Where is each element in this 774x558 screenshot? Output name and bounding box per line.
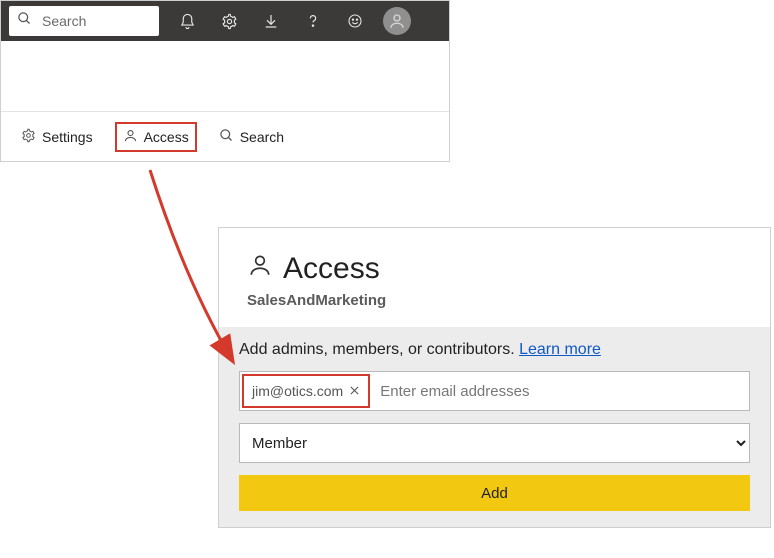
tab-access[interactable]: Access	[115, 122, 197, 152]
page-title: Access	[283, 252, 380, 286]
email-input[interactable]	[372, 372, 749, 410]
helper-text: Add admins, members, or contributors. Le…	[239, 341, 750, 359]
access-body: Add admins, members, or contributors. Le…	[219, 327, 770, 527]
chip-text: jim@otics.com	[252, 383, 343, 399]
access-title-row: Access	[247, 252, 742, 286]
tabs-row: Settings Access Search	[1, 111, 449, 161]
add-button[interactable]: Add	[239, 475, 750, 511]
tab-label: Search	[240, 129, 284, 145]
helper-text-content: Add admins, members, or contributors.	[239, 341, 519, 358]
person-icon	[123, 128, 138, 146]
access-panel: Access SalesAndMarketing Add admins, mem…	[218, 227, 771, 528]
tab-label: Settings	[42, 129, 93, 145]
email-chip: jim@otics.com	[242, 374, 370, 408]
access-header: Access SalesAndMarketing	[219, 228, 770, 327]
gear-icon	[21, 128, 36, 146]
top-panel: Settings Access Search	[0, 0, 450, 162]
tab-settings[interactable]: Settings	[15, 124, 99, 150]
download-icon[interactable]	[257, 7, 285, 35]
learn-more-link[interactable]: Learn more	[519, 341, 601, 358]
search-box[interactable]	[9, 6, 159, 36]
help-icon[interactable]	[299, 7, 327, 35]
tab-label: Access	[144, 129, 189, 145]
notifications-icon[interactable]	[173, 7, 201, 35]
workspace-name: SalesAndMarketing	[247, 292, 742, 309]
search-input[interactable]	[40, 12, 151, 30]
search-icon	[219, 128, 234, 146]
settings-gear-icon[interactable]	[215, 7, 243, 35]
tab-search[interactable]: Search	[213, 124, 290, 150]
titlebar	[1, 1, 449, 41]
feedback-smile-icon[interactable]	[341, 7, 369, 35]
role-select[interactable]: Member	[239, 423, 750, 463]
person-icon	[247, 252, 273, 286]
email-row[interactable]: jim@otics.com	[239, 371, 750, 411]
blank-area	[1, 41, 449, 111]
search-icon	[17, 11, 32, 31]
remove-chip-icon[interactable]	[349, 383, 360, 399]
avatar[interactable]	[383, 7, 411, 35]
